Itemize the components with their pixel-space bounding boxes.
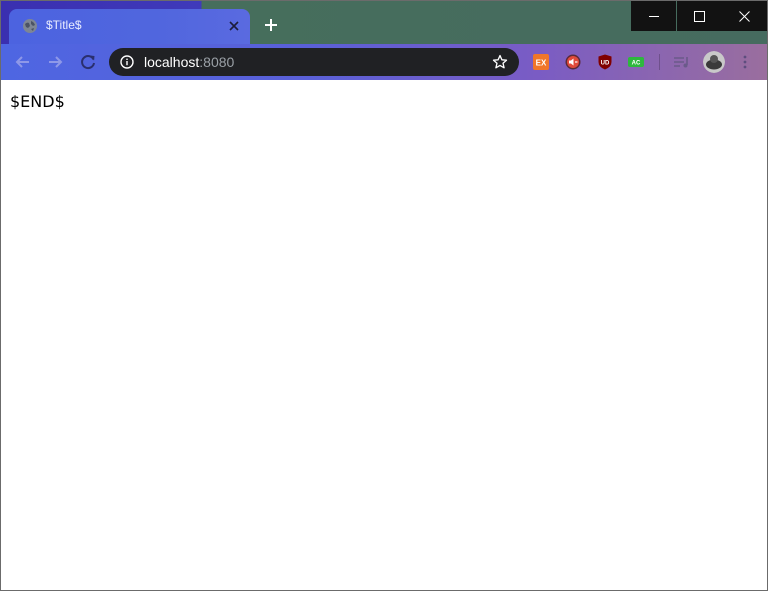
arrow-left-icon[interactable] [13, 52, 33, 72]
address-bar[interactable]: localhost:8080 [109, 48, 519, 76]
more-options-icon[interactable] [740, 54, 750, 70]
extension-ac-icon[interactable]: AC [628, 54, 644, 70]
extension-ac-label: AC [632, 61, 641, 67]
info-icon[interactable] [120, 55, 134, 69]
page-viewport: $END$ [1, 80, 767, 590]
maximize-button[interactable] [677, 1, 722, 31]
extension-ud-label: UD [601, 61, 610, 67]
extension-ex-icon[interactable]: EX [533, 54, 549, 70]
extension-ex-label: EX [536, 59, 547, 68]
reload-icon[interactable] [78, 52, 98, 72]
arrow-right-icon[interactable] [45, 52, 65, 72]
active-tab[interactable]: $Title$ [9, 9, 250, 44]
browser-toolbar: localhost:8080 EX UD AC [1, 44, 767, 80]
ublock-icon[interactable]: UD [597, 54, 613, 70]
media-queue-icon[interactable] [673, 54, 691, 70]
plus-icon[interactable] [263, 17, 279, 33]
url-port: :8080 [199, 54, 235, 70]
tab-strip: $Title$ [1, 1, 767, 44]
page-body-text: $END$ [10, 92, 65, 111]
mute-icon[interactable] [565, 54, 581, 70]
close-icon[interactable] [227, 19, 241, 33]
globe-icon [23, 19, 37, 33]
toolbar-separator [659, 54, 660, 70]
browser-window: $Title$ localhost:8080 EX UD AC $END$ [0, 0, 768, 591]
close-window-button[interactable] [722, 1, 767, 31]
maximize-icon [694, 11, 705, 22]
minimize-button[interactable] [631, 1, 676, 31]
star-icon[interactable] [492, 54, 508, 70]
avatar[interactable] [703, 51, 725, 73]
minimize-icon [649, 16, 659, 17]
close-icon [739, 11, 750, 22]
tab-title: $Title$ [46, 18, 82, 32]
url-text[interactable]: localhost:8080 [144, 54, 234, 70]
url-host: localhost [144, 54, 200, 70]
